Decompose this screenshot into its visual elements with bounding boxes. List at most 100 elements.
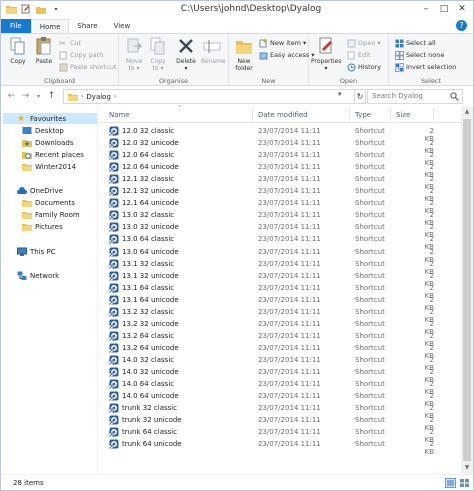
nav-item-recent-places[interactable]: Recent places (22, 149, 84, 160)
table-row[interactable]: 13.0 32 classic 23/07/2014 11:11 Shortcut 2… (99, 209, 461, 227)
scroll-up-arrow-icon[interactable]: ▲ (461, 106, 473, 118)
nav-item-network[interactable]: Network (17, 270, 59, 281)
table-row[interactable]: 13.2 32 unicode 23/07/2014 11:11 Shortcut 2… (99, 318, 461, 336)
breadcrumb-chevron-icon[interactable]: › (114, 93, 116, 100)
help-icon[interactable]: ? (456, 20, 467, 31)
new-item-button[interactable]: New item ▾ (259, 38, 306, 48)
table-row[interactable]: trunk 64 classic 23/07/2014 11:11 Shortcut… (99, 426, 461, 444)
file-date: 23/07/2014 11:11 (258, 187, 321, 196)
table-row[interactable]: 12.0 32 unicode 23/07/2014 11:11 Shortcut 2… (99, 137, 461, 155)
file-date: 23/07/2014 11:11 (258, 271, 321, 280)
folder-icon (22, 211, 32, 219)
table-row[interactable]: 14.0 32 classic 23/07/2014 11:11 Shortcut 2… (99, 354, 461, 372)
nav-item-this-pc[interactable]: This PC (17, 246, 56, 257)
select-none-button[interactable]: Select none (395, 50, 444, 60)
breadcrumb-chevron-icon[interactable]: › (81, 93, 83, 100)
column-header-name[interactable]: Name (109, 111, 130, 119)
column-header-size[interactable]: Size (396, 111, 410, 119)
table-row[interactable]: 13.0 32 unicode 23/07/2014 11:11 Shortcut 2… (99, 221, 461, 239)
cut-button[interactable]: ✂ Cut (59, 38, 81, 48)
search-input[interactable]: Search Dyalog (367, 89, 463, 104)
properties-icon[interactable] (20, 3, 32, 15)
table-row[interactable]: 13.2 32 classic 23/07/2014 11:11 Shortcut 2… (99, 306, 461, 324)
move-to-button[interactable]: Move to ▾ (123, 36, 145, 72)
table-row[interactable]: 12.1 32 classic 23/07/2014 11:11 Shortcut 2… (99, 173, 461, 191)
table-row[interactable]: trunk 32 classic 23/07/2014 11:11 Shortcut… (99, 402, 461, 420)
delete-button[interactable]: Delete ▾ (175, 36, 197, 72)
close-button[interactable]: ✕ (453, 2, 471, 16)
easy-access-button[interactable]: Easy access ▾ (259, 50, 315, 60)
nav-item-desktop[interactable]: Desktop (22, 125, 64, 136)
rename-icon (203, 40, 221, 53)
tab-share[interactable]: Share (69, 19, 105, 33)
paste-button[interactable]: Paste (33, 36, 55, 65)
nav-item-downloads[interactable]: Downloads (22, 137, 73, 148)
tab-file[interactable]: File (1, 19, 31, 33)
table-row[interactable]: 12.0 32 classic 23/07/2014 11:11 Shortcut 2… (99, 125, 461, 143)
table-row[interactable]: trunk 32 unicode 23/07/2014 11:11 Shortcut… (99, 414, 461, 432)
address-field[interactable]: › Dyalog › (63, 89, 355, 104)
minimize-button[interactable]: – (417, 2, 435, 16)
column-divider[interactable] (390, 108, 391, 121)
table-row[interactable]: 13.1 32 unicode 23/07/2014 11:11 Shortcut 2… (99, 270, 461, 288)
scrollbar-thumb[interactable] (463, 119, 471, 461)
column-divider[interactable] (433, 108, 434, 121)
breadcrumb[interactable]: Dyalog (86, 93, 111, 101)
table-row[interactable]: 14.0 32 unicode 23/07/2014 11:11 Shortcut 2… (99, 366, 461, 384)
table-row[interactable]: 13.0 64 unicode 23/07/2014 11:11 Shortcut 2… (99, 246, 461, 264)
table-row[interactable]: 13.2 64 classic 23/07/2014 11:11 Shortcut 2… (99, 330, 461, 348)
history-button[interactable]: History (347, 62, 381, 72)
nav-item-documents[interactable]: Documents (22, 197, 75, 208)
table-row[interactable]: 13.1 32 classic 23/07/2014 11:11 Shortcut 2… (99, 258, 461, 276)
search-placeholder: Search Dyalog (372, 92, 423, 100)
forward-arrow-icon[interactable]: → (20, 91, 31, 102)
select-all-button[interactable]: Select all (395, 38, 436, 48)
nav-item-pictures[interactable]: Pictures (22, 221, 63, 232)
copy-button[interactable]: Copy (7, 36, 29, 65)
nav-item-winter2014[interactable]: Winter2014 (22, 161, 76, 172)
table-row[interactable]: 13.2 64 unicode 23/07/2014 11:11 Shortcut 2… (99, 342, 461, 360)
back-arrow-icon[interactable]: ← (6, 91, 17, 102)
nav-item-onedrive[interactable]: OneDrive (17, 185, 63, 196)
table-row[interactable]: trunk 64 unicode 23/07/2014 11:11 Shortcut… (99, 438, 461, 456)
table-row[interactable]: 12.1 64 unicode 23/07/2014 11:11 Shortcut 2… (99, 197, 461, 215)
details-view-icon[interactable] (445, 478, 456, 488)
refresh-button[interactable]: ↻ (355, 89, 366, 104)
column-divider[interactable] (349, 108, 350, 121)
table-row[interactable]: 13.0 64 classic 23/07/2014 11:11 Shortcut 2… (99, 233, 461, 251)
new-folder-button[interactable]: New folder (233, 36, 255, 72)
tab-home[interactable]: Home (30, 19, 70, 33)
table-row[interactable]: 14.0 64 classic 23/07/2014 11:11 Shortcut 2… (99, 378, 461, 396)
search-icon (450, 92, 459, 101)
paste-shortcut-button[interactable]: Paste shortcut (59, 62, 117, 72)
nav-item-favourites[interactable]: ★ Favourites (3, 113, 97, 124)
maximize-button[interactable]: □ (435, 2, 453, 16)
recent-locations-chevron-icon[interactable]: ▾ (33, 91, 44, 102)
tab-view[interactable]: View (106, 19, 139, 33)
table-row[interactable]: 12.1 32 unicode 23/07/2014 11:11 Shortcut 2… (99, 185, 461, 203)
chevron-down-icon[interactable]: ▾ (50, 3, 62, 15)
table-row[interactable]: 14.0 64 unicode 23/07/2014 11:11 Shortcut 2… (99, 390, 461, 408)
large-icons-view-icon[interactable] (459, 478, 470, 488)
scroll-down-arrow-icon[interactable]: ▼ (461, 462, 473, 474)
table-row[interactable]: 13.1 64 unicode 23/07/2014 11:11 Shortcut 2… (99, 294, 461, 312)
invert-selection-button[interactable]: Invert selection (395, 62, 456, 72)
open-button[interactable]: Open ▾ (347, 38, 381, 48)
address-dropdown-icon[interactable]: ▾ (338, 89, 348, 100)
properties-button[interactable]: Properties ▾ (311, 36, 341, 72)
nav-item-family-room[interactable]: Family Room (22, 209, 80, 220)
vertical-scrollbar[interactable]: ▲ ▼ (461, 106, 473, 474)
edit-button[interactable]: Edit (347, 50, 371, 60)
up-arrow-icon[interactable]: ↑ (46, 91, 57, 102)
table-row[interactable]: 12.0 64 classic 23/07/2014 11:11 Shortcut 2… (99, 149, 461, 167)
new-folder-icon[interactable] (35, 3, 47, 15)
shortcut-icon (109, 307, 119, 317)
rename-button[interactable]: Rename (201, 36, 226, 65)
column-header-type[interactable]: Type (355, 111, 371, 119)
copy-path-button[interactable]: Copy path (59, 50, 103, 60)
table-row[interactable]: 13.1 64 classic 23/07/2014 11:11 Shortcut 2… (99, 282, 461, 300)
column-header-date-modified[interactable]: Date modified (258, 111, 308, 119)
table-row[interactable]: 12.0 64 unicode 23/07/2014 11:11 Shortcut 2… (99, 161, 461, 179)
column-divider[interactable] (252, 108, 253, 121)
copy-to-button[interactable]: Copy to ▾ (147, 36, 169, 72)
